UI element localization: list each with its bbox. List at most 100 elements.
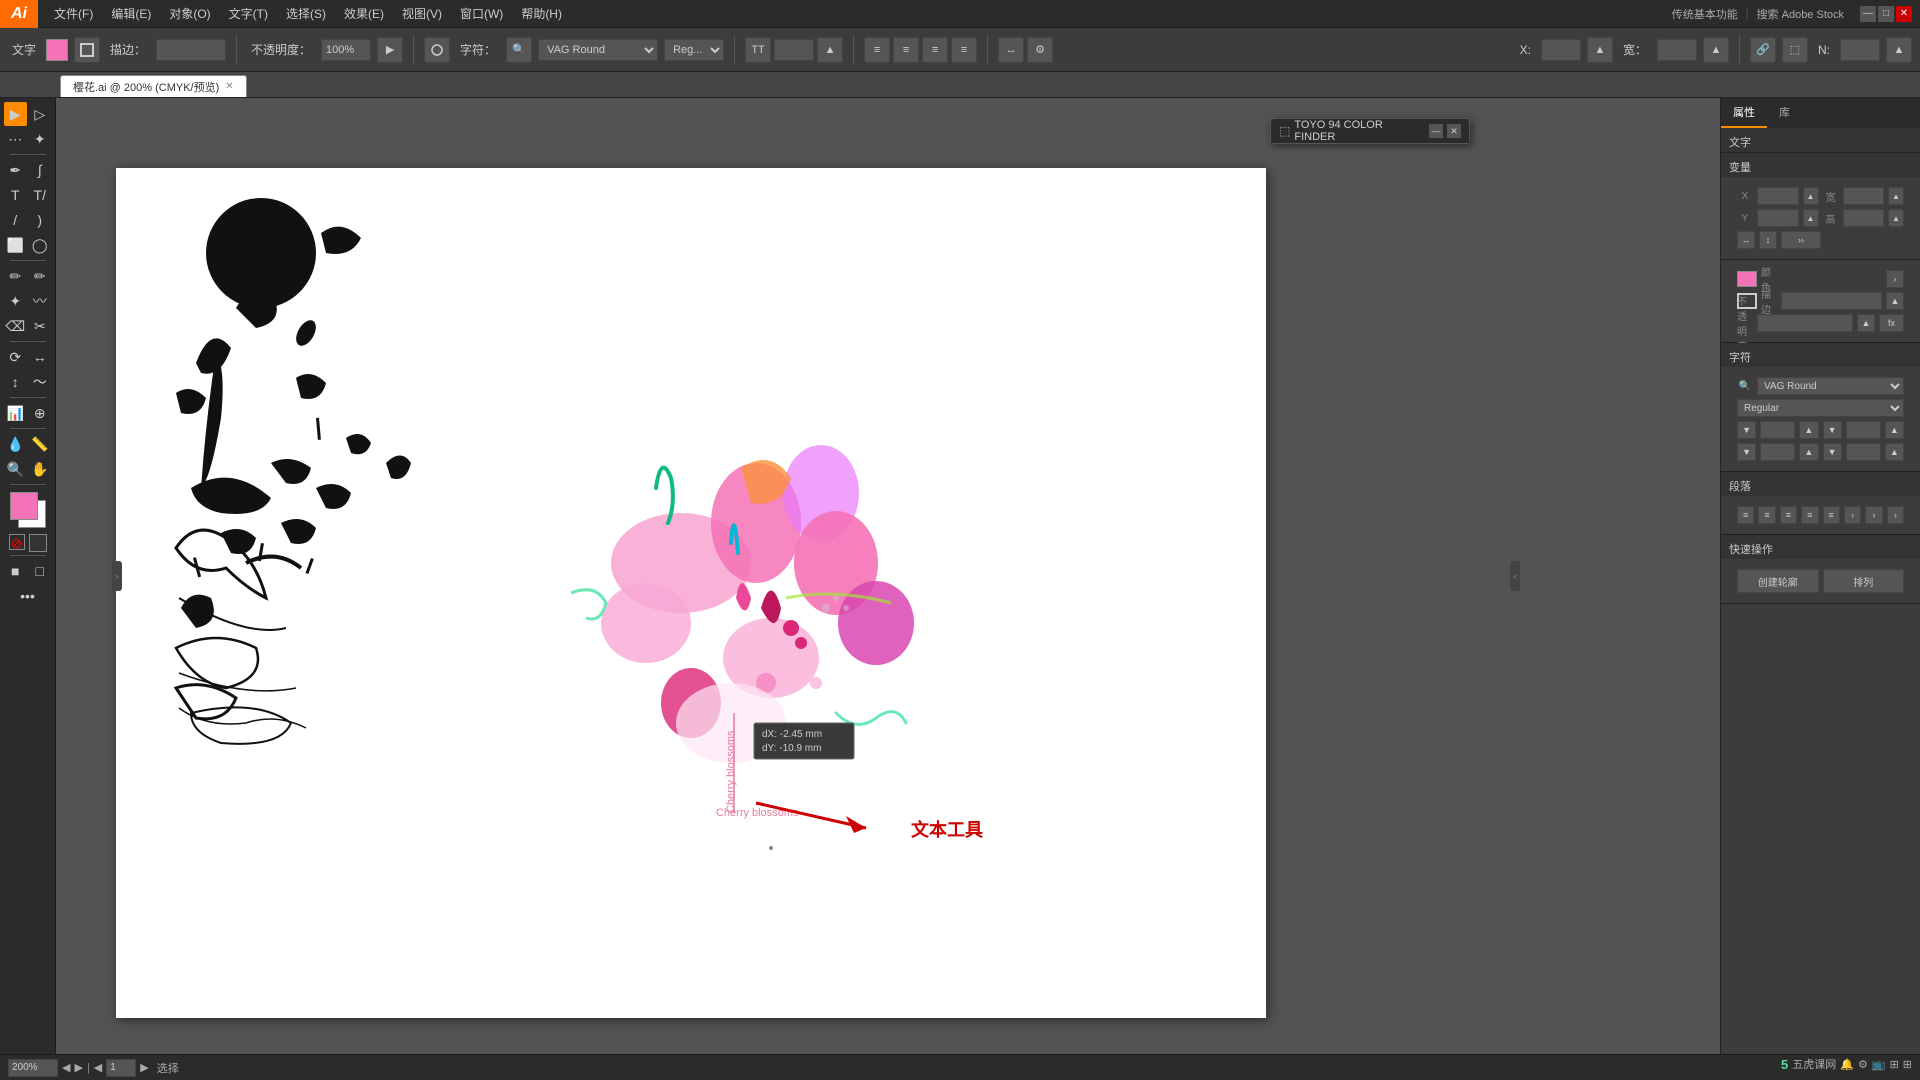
align-left-btn[interactable]: ≡ [864, 37, 890, 63]
create-outline-btn[interactable]: 创建轮廓 [1737, 569, 1819, 593]
transform-icon-2[interactable]: ↕ [1759, 231, 1777, 249]
none-color-btn[interactable]: ⊘ [9, 534, 25, 550]
style-icon[interactable] [424, 37, 450, 63]
font-size-up[interactable]: ▲ [817, 37, 843, 63]
menu-select[interactable]: 选择(S) [278, 1, 334, 26]
width-up-btn[interactable]: ▲ [1888, 187, 1904, 205]
justify-btn[interactable]: ≡ [951, 37, 977, 63]
pen-tool[interactable]: ✒ [4, 158, 28, 182]
font-size-decrement-btn[interactable]: ▼ [1737, 421, 1756, 439]
transform-icon-1[interactable]: ↔ [1737, 231, 1755, 249]
foreground-color-box[interactable] [10, 492, 38, 520]
metrics-icon[interactable]: ↔ [998, 37, 1024, 63]
font-size-prop-input[interactable] [1760, 421, 1795, 439]
magic-wand-tool[interactable]: ✦ [28, 127, 52, 151]
height-up-btn[interactable]: ▲ [1888, 209, 1904, 227]
toyo-close-btn[interactable]: ✕ [1447, 124, 1461, 138]
leading-decrement-btn[interactable]: ▼ [1737, 443, 1756, 461]
type-on-path-tool[interactable]: T/ [28, 183, 52, 207]
shaper-tool[interactable]: ✦ [4, 289, 28, 313]
font-size-input[interactable] [774, 39, 814, 61]
justify-all-btn[interactable]: ≡ [1823, 506, 1840, 524]
more-align-btn2[interactable]: › [1865, 506, 1882, 524]
kerning-input[interactable] [1846, 443, 1881, 461]
more-align-btn3[interactable]: › [1887, 506, 1904, 524]
close-button[interactable]: ✕ [1896, 6, 1912, 22]
arc-tool[interactable]: ) [28, 208, 52, 232]
left-panel-toggle[interactable]: › [112, 561, 122, 591]
color-more-btn[interactable]: › [1886, 270, 1904, 288]
kerning-up-btn[interactable]: ▲ [1885, 443, 1904, 461]
toyo-minimize-btn[interactable]: — [1429, 124, 1443, 138]
align-right-btn[interactable]: ≡ [922, 37, 948, 63]
scale-tool[interactable]: ↕ [4, 370, 28, 394]
right-panel-toggle[interactable]: ‹ [1510, 561, 1520, 591]
stroke-icon[interactable] [74, 37, 100, 63]
y-up-btn[interactable]: ▲ [1803, 209, 1819, 227]
adobe-stock-search[interactable]: 搜索 Adobe Stock [1757, 6, 1844, 22]
column-graph-tool[interactable]: 📊 [4, 401, 28, 425]
zoom-up-btn[interactable]: ▶ [74, 1061, 82, 1074]
menu-text[interactable]: 文字(T) [221, 1, 276, 26]
x-up-btn[interactable]: ▲ [1803, 187, 1819, 205]
opacity-prop-input[interactable] [1757, 314, 1853, 332]
height-input[interactable] [1843, 209, 1885, 227]
rectangle-tool[interactable]: ⬜ [4, 233, 28, 257]
n-input[interactable] [1840, 39, 1880, 61]
eraser-tool[interactable]: ⌫ [4, 314, 28, 338]
font-name-select[interactable]: VAG Round [1757, 377, 1904, 395]
opacity-more-btn[interactable]: ▶ [377, 37, 403, 63]
char-tracking-input[interactable] [1846, 421, 1881, 439]
menu-edit[interactable]: 编辑(E) [103, 1, 159, 26]
next-page-btn[interactable]: ▶ [140, 1061, 148, 1074]
curvature-tool[interactable]: ∫ [28, 158, 52, 182]
text-settings-icon[interactable]: ⚙ [1027, 37, 1053, 63]
minimize-button[interactable]: — [1860, 6, 1876, 22]
fill-color-preview[interactable] [1737, 271, 1757, 287]
link-icon[interactable]: 🔗 [1750, 37, 1776, 63]
more-tools-btn[interactable]: ••• [4, 584, 52, 608]
paintbrush-tool[interactable]: ✏ [4, 264, 28, 288]
zoom-input[interactable] [8, 1059, 58, 1077]
transform-more-btn[interactable]: ›› [1781, 231, 1821, 249]
stroke-width-input[interactable] [1781, 292, 1882, 310]
maximize-button[interactable]: □ [1878, 6, 1894, 22]
align-center-prop-btn[interactable]: ≡ [1758, 506, 1775, 524]
zoom-down-btn[interactable]: ◀ [62, 1061, 70, 1074]
coord-w-up[interactable]: ▲ [1703, 37, 1729, 63]
align-center-btn[interactable]: ≡ [893, 37, 919, 63]
props-tab-library[interactable]: 库 [1767, 98, 1802, 128]
align-right-prop-btn[interactable]: ≡ [1780, 506, 1797, 524]
stroke-up-btn[interactable]: ▲ [1886, 292, 1904, 310]
symbol-sprayer-tool[interactable]: ⊕ [28, 401, 52, 425]
opacity-up-btn[interactable]: ▲ [1857, 314, 1875, 332]
y-input[interactable] [1757, 209, 1799, 227]
stroke-tool-icon[interactable]: □ [28, 559, 52, 583]
coord-x-input[interactable] [1541, 39, 1581, 61]
more-align-btn[interactable]: › [1844, 506, 1861, 524]
kerning-decrement-btn[interactable]: ▼ [1823, 443, 1842, 461]
coord-x-up[interactable]: ▲ [1587, 37, 1613, 63]
arrange-btn[interactable]: 排列 [1823, 569, 1905, 593]
font-select[interactable]: VAG Round [538, 39, 658, 61]
char-tracking-up-btn[interactable]: ▲ [1885, 421, 1904, 439]
ellipse-tool[interactable]: ◯ [28, 233, 52, 257]
eyedropper-tool[interactable]: 💧 [4, 432, 28, 456]
scissors-tool[interactable]: ✂ [28, 314, 52, 338]
page-input[interactable] [106, 1059, 136, 1077]
direct-selection-tool[interactable]: ▷ [28, 102, 52, 126]
warp-tool[interactable]: 〜 [28, 370, 52, 394]
type-tool[interactable]: T [4, 183, 28, 207]
menu-view[interactable]: 视图(V) [394, 1, 450, 26]
fill-color-swatch[interactable] [46, 39, 68, 61]
workspace-label[interactable]: 传统基本功能 [1672, 6, 1738, 22]
font-size-increment-btn[interactable]: ▲ [1799, 421, 1818, 439]
document-tab[interactable]: 樱花.ai @ 200% (CMYK/预览) ✕ [60, 75, 247, 97]
tab-close-icon[interactable]: ✕ [225, 81, 233, 92]
width-input[interactable] [1843, 187, 1885, 205]
measure-tool[interactable]: 📏 [28, 432, 52, 456]
smooth-tool[interactable]: 〰 [28, 289, 52, 313]
menu-window[interactable]: 窗口(W) [452, 1, 511, 26]
reflect-tool[interactable]: ↔ [28, 345, 52, 369]
leading-input[interactable] [1760, 443, 1795, 461]
